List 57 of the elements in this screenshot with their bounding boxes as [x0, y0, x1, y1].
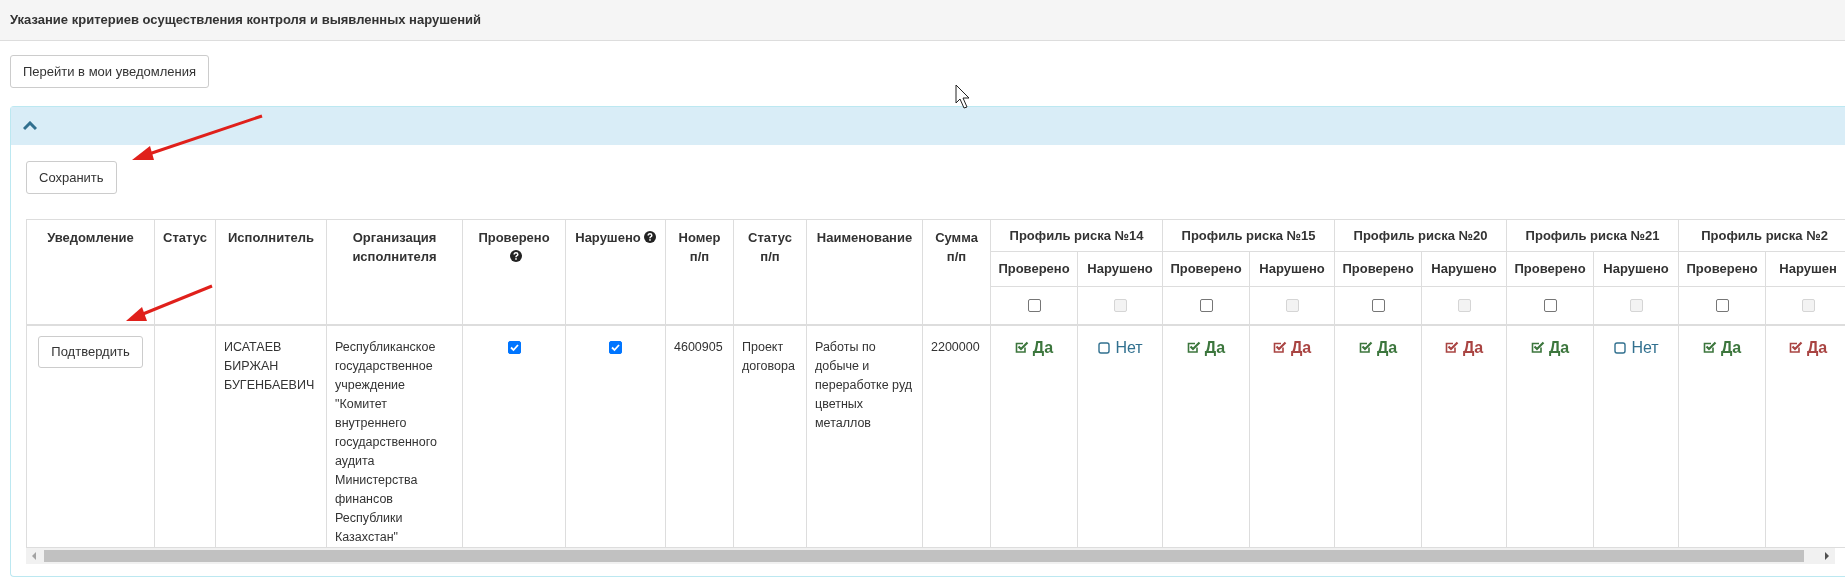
checkbox[interactable]: [1371, 299, 1385, 313]
value-label: Да: [1032, 338, 1054, 356]
table-cell: 2200000: [931, 339, 980, 354]
value-label: Да: [1290, 338, 1312, 356]
column-header: Проверено: [478, 230, 550, 245]
column-header: Сумма п/п: [935, 230, 978, 264]
column-header: Статус п/п: [748, 230, 792, 264]
checkbox[interactable]: [609, 340, 622, 354]
profile-header: Профиль риска №21: [1525, 227, 1660, 243]
column-header: Нарушен: [1779, 261, 1837, 277]
column-header: Нарушено: [1087, 261, 1153, 277]
value-label: Да: [1462, 338, 1484, 356]
help-icon[interactable]: [643, 231, 656, 243]
value-label: Нет: [1115, 338, 1143, 356]
checkbox[interactable]: [1027, 299, 1041, 313]
table-cell: 4600905: [674, 339, 723, 354]
value-label: Да: [1806, 338, 1828, 356]
profile-header: Профиль риска №15: [1181, 227, 1316, 243]
column-header: Нарушено: [1431, 261, 1497, 277]
page-title: Указание критериев осуществления контроля и выявленных нарушений: [10, 11, 482, 30]
column-header: Исполнитель: [228, 230, 314, 245]
column-header: Нарушено: [575, 230, 641, 245]
help-icon[interactable]: [509, 250, 522, 262]
column-header: Проверено: [1170, 261, 1242, 277]
checkbox[interactable]: [507, 340, 521, 354]
table-cell: Республиканское государственное учреждение "Комитет внутреннего государственного аудита Министерства финансов Республики Казахстан": [335, 339, 437, 544]
save-button[interactable]: Сохранить: [26, 161, 117, 194]
value-label: Да: [1204, 338, 1226, 356]
column-header: Проверено: [998, 261, 1070, 277]
profile-header: Профиль риска №20: [1353, 227, 1488, 243]
value-label: Да: [1376, 338, 1398, 356]
value-label: Нет: [1631, 338, 1659, 356]
table-cell: Проект договора: [742, 339, 795, 373]
profile-header: Профиль риска №2: [1701, 227, 1828, 243]
value-label: Да: [1720, 338, 1742, 356]
checkbox[interactable]: [1715, 299, 1729, 313]
column-header: Статус: [163, 230, 207, 245]
checkbox[interactable]: [1199, 299, 1213, 313]
column-header: Наименование: [816, 230, 913, 245]
column-header: Нарушено: [1603, 261, 1669, 277]
chevron-up-icon[interactable]: [23, 121, 37, 131]
notifications-button[interactable]: Перейти в мои уведомления: [10, 55, 209, 88]
column-header: Проверено: [1342, 261, 1414, 277]
column-header: Номер п/п: [678, 230, 721, 264]
column-header: Уведомление: [47, 230, 134, 245]
confirm-button[interactable]: Подтвердить: [38, 335, 143, 368]
column-header: Проверено: [1514, 261, 1586, 277]
checkbox[interactable]: [1543, 299, 1557, 313]
column-header: Проверено: [1686, 261, 1758, 277]
value-label: Да: [1548, 338, 1570, 356]
cursor-icon: [955, 84, 970, 109]
column-header: Нарушено: [1259, 261, 1325, 277]
table-cell: ИСАТАЕВ БИРЖАН БУГЕНБАЕВИЧ: [224, 339, 315, 392]
profile-header: Профиль риска №14: [1009, 227, 1144, 243]
scrollbar-thumb[interactable]: [44, 549, 1804, 562]
table-cell: Работы по добыче и переработке руд цветных металлов: [815, 339, 913, 430]
column-header: Организация исполнителя: [352, 230, 437, 264]
